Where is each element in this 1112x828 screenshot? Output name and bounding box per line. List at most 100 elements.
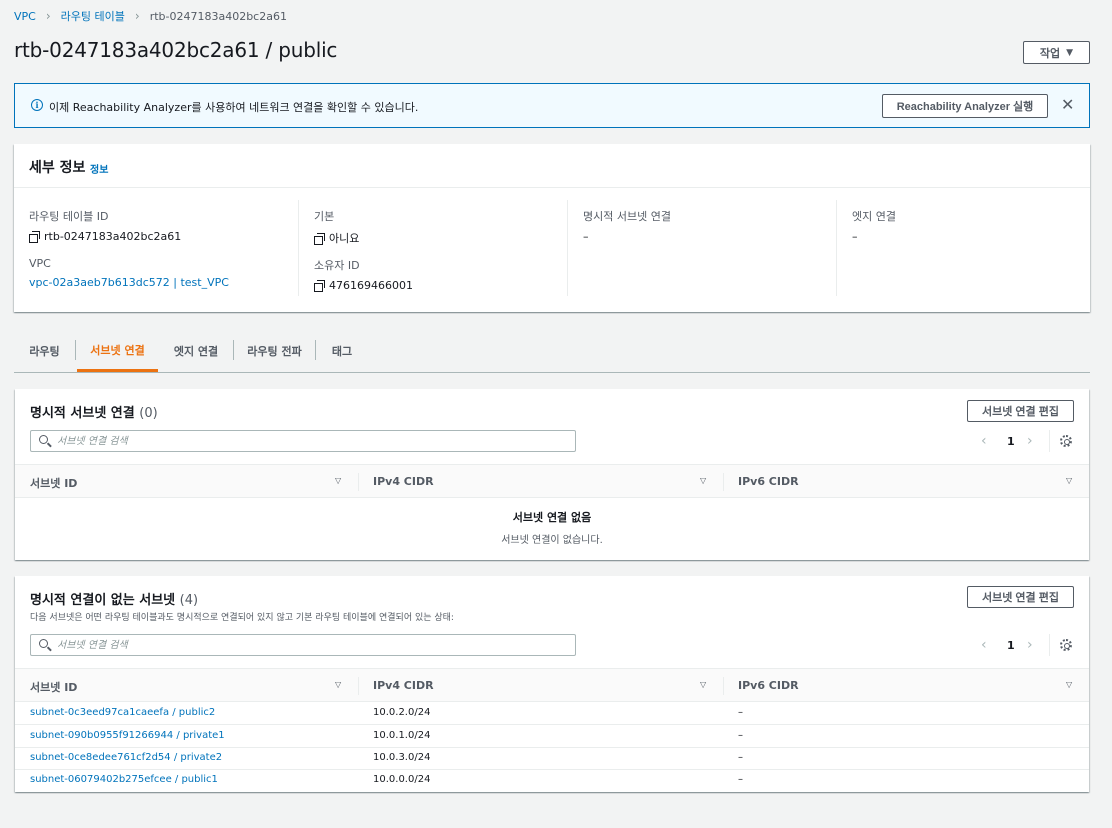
page-number[interactable]: 1	[1007, 435, 1015, 448]
chevron-left-icon[interactable]: ‹	[981, 637, 987, 653]
explicit-subnet-field: 명시적 서브넷 연결 –	[583, 208, 671, 243]
implicit-search-input[interactable]	[57, 637, 567, 653]
actions-button[interactable]: 작업 ▼	[1023, 41, 1090, 64]
page-title: rtb-0247183a402bc2a61 / public	[14, 38, 338, 62]
owner-id-field: 소유자 ID 476169466001	[314, 257, 413, 292]
table-row: subnet-0ce8edee761cf2d54 / private2 10.0…	[15, 747, 1089, 770]
actions-label: 작업	[1039, 46, 1061, 60]
details-panel: 세부 정보 정보 라우팅 테이블 ID rtb-0247183a402bc2a6…	[14, 144, 1090, 312]
explicit-panel-title: 명시적 서브넷 연결 (0)	[30, 402, 158, 421]
copy-icon[interactable]	[314, 280, 325, 292]
edge-association-field: 엣지 연결 –	[852, 208, 896, 243]
gear-icon[interactable]	[1060, 639, 1072, 651]
edit-subnet-associations-button[interactable]: 서브넷 연결 편집	[967, 400, 1074, 422]
sort-icon[interactable]: ▽	[700, 476, 706, 485]
ipv4-cidr-cell: 10.0.3.0/24	[373, 752, 431, 763]
ipv4-cidr-cell: 10.0.1.0/24	[373, 730, 431, 741]
edit-subnet-associations-button[interactable]: 서브넷 연결 편집	[967, 586, 1074, 608]
table-row: subnet-0c3eed97ca1caeefa / public2 10.0.…	[15, 702, 1089, 725]
ipv4-cidr-cell: 10.0.0.0/24	[373, 774, 431, 785]
table-row: subnet-090b0955f91266944 / private1 10.0…	[15, 725, 1089, 748]
ipv4-cidr-cell: 10.0.2.0/24	[373, 707, 431, 718]
implicit-pagination: ‹ 1 ›	[981, 634, 1081, 656]
owner-id-label: 소유자 ID	[314, 259, 360, 272]
column-divider[interactable]	[358, 473, 359, 491]
explicit-subnet-value: –	[583, 230, 589, 243]
subnet-link[interactable]: subnet-0c3eed97ca1caeefa / public2	[30, 707, 215, 718]
search-icon	[39, 639, 48, 648]
main-value: 아니요	[329, 232, 360, 245]
tab-tags[interactable]: 태그	[316, 330, 368, 372]
sort-icon[interactable]: ▽	[1066, 476, 1072, 485]
details-title: 세부 정보	[29, 160, 86, 176]
ipv6-cidr-cell: –	[738, 730, 743, 741]
copy-icon[interactable]	[29, 231, 40, 243]
details-column-3: 명시적 서브넷 연결 –	[567, 200, 821, 296]
run-reachability-analyzer-button[interactable]: Reachability Analyzer 실행	[882, 94, 1048, 118]
pager-divider	[1049, 430, 1050, 452]
tab-subnet-associations[interactable]: 서브넷 연결	[77, 330, 158, 372]
sort-icon[interactable]: ▽	[335, 476, 341, 485]
details-info-link[interactable]: 정보	[90, 161, 108, 176]
caret-down-icon: ▼	[1066, 47, 1074, 58]
close-icon[interactable]: ✕	[1061, 95, 1074, 114]
chevron-right-icon: ›	[45, 9, 51, 23]
explicit-subnet-associations-panel: 명시적 서브넷 연결 (0) 서브넷 연결 편집 ‹ 1 › 서브넷 ID ▽ …	[15, 389, 1089, 560]
gear-icon[interactable]	[1060, 435, 1072, 447]
main-label: 기본	[314, 210, 335, 223]
explicit-table-header: 서브넷 ID ▽ IPv4 CIDR ▽ IPv6 CIDR ▽	[15, 464, 1089, 498]
breadcrumb-current: rtb-0247183a402bc2a61	[149, 9, 287, 23]
page-number[interactable]: 1	[1007, 639, 1015, 652]
implicit-panel-title: 명시적 연결이 없는 서브넷 (4)	[30, 589, 198, 608]
explicit-search-input[interactable]	[57, 433, 567, 449]
details-column-1: 라우팅 테이블 ID rtb-0247183a402bc2a61 VPC vpc…	[29, 200, 283, 296]
tab-divider	[75, 340, 76, 360]
details-header: 세부 정보 정보	[14, 144, 1090, 188]
sort-icon[interactable]: ▽	[700, 680, 706, 689]
breadcrumb-route-tables[interactable]: 라우팅 테이블	[61, 8, 125, 24]
tab-edge-associations[interactable]: 엣지 연결	[160, 330, 232, 372]
empty-state-description: 서브넷 연결이 없습니다.	[501, 535, 603, 546]
tab-routes[interactable]: 라우팅	[14, 330, 75, 372]
column-subnet-id[interactable]: 서브넷 ID	[30, 475, 77, 491]
details-column-4: 엣지 연결 –	[836, 200, 1090, 296]
sort-icon[interactable]: ▽	[1066, 680, 1072, 689]
owner-id-value: 476169466001	[329, 279, 413, 292]
sort-icon[interactable]: ▽	[335, 680, 341, 689]
column-ipv4-cidr[interactable]: IPv4 CIDR	[373, 679, 434, 692]
implicit-count: (4)	[179, 593, 199, 608]
vpc-link[interactable]: vpc-02a3aeb7b613dc572 | test_VPC	[29, 276, 229, 289]
chevron-right-icon[interactable]: ›	[1027, 637, 1033, 653]
explicit-count: (0)	[139, 406, 158, 421]
column-ipv4-cidr[interactable]: IPv4 CIDR	[373, 475, 434, 488]
column-divider[interactable]	[723, 677, 724, 695]
column-divider[interactable]	[358, 677, 359, 695]
route-table-id-field: 라우팅 테이블 ID rtb-0247183a402bc2a61	[29, 208, 181, 243]
edge-association-label: 엣지 연결	[852, 210, 896, 223]
column-subnet-id[interactable]: 서브넷 ID	[30, 679, 77, 695]
table-row: subnet-06079402b275efcee / public1 10.0.…	[15, 769, 1089, 792]
vpc-label: VPC	[29, 257, 51, 270]
tab-bar: 라우팅 서브넷 연결 엣지 연결 라우팅 전파 태그	[14, 330, 1090, 373]
implicit-description: 다음 서브넷은 어떤 라우팅 테이블과도 명시적으로 연결되어 있지 않고 기본…	[30, 613, 454, 623]
subnet-link[interactable]: subnet-06079402b275efcee / public1	[30, 774, 218, 785]
chevron-right-icon[interactable]: ›	[1027, 433, 1033, 449]
copy-icon[interactable]	[314, 232, 325, 245]
main-field: 기본 아니요	[314, 208, 359, 246]
implicit-table-header: 서브넷 ID ▽ IPv4 CIDR ▽ IPv6 CIDR ▽	[15, 668, 1089, 702]
explicit-pagination: ‹ 1 ›	[981, 430, 1081, 452]
breadcrumb-vpc[interactable]: VPC	[14, 10, 36, 23]
details-column-2: 기본 아니요 소유자 ID 476169466001	[298, 200, 552, 296]
subnet-link[interactable]: subnet-090b0955f91266944 / private1	[30, 730, 225, 741]
ipv6-cidr-cell: –	[738, 774, 743, 785]
column-ipv6-cidr[interactable]: IPv6 CIDR	[738, 475, 799, 488]
tab-route-propagation[interactable]: 라우팅 전파	[234, 330, 315, 372]
explicit-title-text: 명시적 서브넷 연결	[30, 406, 135, 421]
empty-state-title: 서브넷 연결 없음	[512, 511, 592, 524]
implicit-search	[30, 634, 576, 656]
column-divider[interactable]	[723, 473, 724, 491]
column-ipv6-cidr[interactable]: IPv6 CIDR	[738, 679, 799, 692]
route-table-id-value: rtb-0247183a402bc2a61	[44, 230, 182, 243]
chevron-left-icon[interactable]: ‹	[981, 433, 987, 449]
subnet-link[interactable]: subnet-0ce8edee761cf2d54 / private2	[30, 752, 222, 763]
